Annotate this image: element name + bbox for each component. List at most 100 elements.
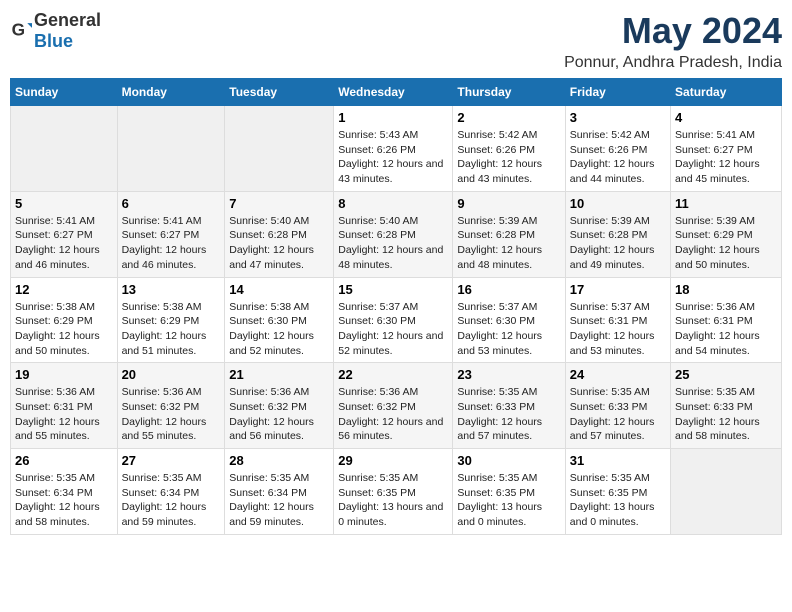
day-number: 19 <box>15 367 113 382</box>
calendar-cell: 27Sunrise: 5:35 AMSunset: 6:34 PMDayligh… <box>117 449 225 535</box>
day-detail: Sunrise: 5:38 AMSunset: 6:29 PMDaylight:… <box>15 300 113 359</box>
calendar-cell: 31Sunrise: 5:35 AMSunset: 6:35 PMDayligh… <box>565 449 670 535</box>
calendar-cell: 30 Sunrise: 5:35 AMSunset: 6:35 PMDayligh… <box>453 449 565 535</box>
calendar-cell: 8Sunrise: 5:40 AMSunset: 6:28 PMDaylight… <box>334 191 453 277</box>
calendar-cell: 29Sunrise: 5:35 AMSunset: 6:35 PMDayligh… <box>334 449 453 535</box>
calendar-cell <box>225 106 334 192</box>
day-number: 7 <box>229 196 329 211</box>
calendar-cell: 14 Sunrise: 5:38 AMSunset: 6:30 PMDayligh… <box>225 277 334 363</box>
day-number: 5 <box>15 196 113 211</box>
day-number: 1 <box>338 110 448 125</box>
page-header: G General Blue May 2024 Ponnur, Andhra P… <box>10 10 782 72</box>
day-number: 16 <box>457 282 560 297</box>
day-number: 10 <box>570 196 666 211</box>
day-number: 3 <box>570 110 666 125</box>
calendar-cell: 21 Sunrise: 5:36 AMSunset: 6:32 PMDayligh… <box>225 363 334 449</box>
day-detail: Sunrise: 5:37 AMSunset: 6:30 PMDaylight:… <box>457 300 560 359</box>
day-detail: Sunrise: 5:35 AMSunset: 6:33 PMDaylight:… <box>675 385 777 444</box>
day-number: 18 <box>675 282 777 297</box>
title-area: May 2024 Ponnur, Andhra Pradesh, India <box>564 10 782 72</box>
calendar-cell: 13Sunrise: 5:38 AMSunset: 6:29 PMDayligh… <box>117 277 225 363</box>
calendar-cell: 26 Sunrise: 5:35 AMSunset: 6:34 PMDayligh… <box>11 449 118 535</box>
calendar-week-row: 19 Sunrise: 5:36 AMSunset: 6:31 PMDayligh… <box>11 363 782 449</box>
calendar-subtitle: Ponnur, Andhra Pradesh, India <box>564 54 782 72</box>
day-number: 2 <box>457 110 560 125</box>
day-detail: Sunrise: 5:39 AMSunset: 6:28 PMDaylight:… <box>457 214 560 273</box>
calendar-cell <box>11 106 118 192</box>
calendar-cell: 9Sunrise: 5:39 AMSunset: 6:28 PMDaylight… <box>453 191 565 277</box>
day-detail: Sunrise: 5:36 AMSunset: 6:32 PMDaylight:… <box>338 385 448 444</box>
day-number: 25 <box>675 367 777 382</box>
calendar-cell: 23Sunrise: 5:35 AMSunset: 6:33 PMDayligh… <box>453 363 565 449</box>
calendar-cell: 18 Sunrise: 5:36 AMSunset: 6:31 PMDayligh… <box>671 277 782 363</box>
day-detail: Sunrise: 5:42 AMSunset: 6:26 PMDaylight:… <box>457 128 560 187</box>
calendar-cell: 17 Sunrise: 5:37 AMSunset: 6:31 PMDayligh… <box>565 277 670 363</box>
day-number: 23 <box>457 367 560 382</box>
day-number: 26 <box>15 453 113 468</box>
day-detail: Sunrise: 5:36 AMSunset: 6:31 PMDaylight:… <box>675 300 777 359</box>
day-detail: Sunrise: 5:35 AMSunset: 6:35 PMDaylight:… <box>338 471 448 530</box>
calendar-cell: 7 Sunrise: 5:40 AMSunset: 6:28 PMDaylight… <box>225 191 334 277</box>
day-detail: Sunrise: 5:39 AMSunset: 6:28 PMDaylight:… <box>570 214 666 273</box>
calendar-cell: 3 Sunrise: 5:42 AMSunset: 6:26 PMDaylight… <box>565 106 670 192</box>
calendar-cell: 6 Sunrise: 5:41 AMSunset: 6:27 PMDaylight… <box>117 191 225 277</box>
calendar-table: SundayMondayTuesdayWednesdayThursdayFrid… <box>10 78 782 535</box>
calendar-cell: 28Sunrise: 5:35 AMSunset: 6:34 PMDayligh… <box>225 449 334 535</box>
calendar-week-row: 26 Sunrise: 5:35 AMSunset: 6:34 PMDayligh… <box>11 449 782 535</box>
day-detail: Sunrise: 5:42 AMSunset: 6:26 PMDaylight:… <box>570 128 666 187</box>
day-detail: Sunrise: 5:40 AMSunset: 6:28 PMDaylight:… <box>338 214 448 273</box>
weekday-header-friday: Friday <box>565 79 670 106</box>
day-detail: Sunrise: 5:37 AMSunset: 6:31 PMDaylight:… <box>570 300 666 359</box>
day-number: 14 <box>229 282 329 297</box>
logo-blue: Blue <box>34 31 73 51</box>
day-detail: Sunrise: 5:36 AMSunset: 6:32 PMDaylight:… <box>229 385 329 444</box>
day-number: 6 <box>122 196 221 211</box>
svg-text:G: G <box>12 20 25 40</box>
weekday-header-tuesday: Tuesday <box>225 79 334 106</box>
day-detail: Sunrise: 5:37 AMSunset: 6:30 PMDaylight:… <box>338 300 448 359</box>
calendar-cell: 10 Sunrise: 5:39 AMSunset: 6:28 PMDayligh… <box>565 191 670 277</box>
weekday-header-thursday: Thursday <box>453 79 565 106</box>
day-detail: Sunrise: 5:36 AMSunset: 6:31 PMDaylight:… <box>15 385 113 444</box>
day-number: 11 <box>675 196 777 211</box>
calendar-cell: 16 Sunrise: 5:37 AMSunset: 6:30 PMDayligh… <box>453 277 565 363</box>
calendar-cell: 12 Sunrise: 5:38 AMSunset: 6:29 PMDayligh… <box>11 277 118 363</box>
weekday-header-row: SundayMondayTuesdayWednesdayThursdayFrid… <box>11 79 782 106</box>
day-number: 31 <box>570 453 666 468</box>
day-number: 12 <box>15 282 113 297</box>
day-detail: Sunrise: 5:35 AMSunset: 6:35 PMDaylight:… <box>457 471 560 530</box>
logo-general: General <box>34 10 101 30</box>
logo: G General Blue <box>10 10 101 52</box>
day-detail: Sunrise: 5:35 AMSunset: 6:34 PMDaylight:… <box>15 471 113 530</box>
day-detail: Sunrise: 5:41 AMSunset: 6:27 PMDaylight:… <box>122 214 221 273</box>
day-detail: Sunrise: 5:36 AMSunset: 6:32 PMDaylight:… <box>122 385 221 444</box>
day-number: 4 <box>675 110 777 125</box>
weekday-header-sunday: Sunday <box>11 79 118 106</box>
day-detail: Sunrise: 5:41 AMSunset: 6:27 PMDaylight:… <box>675 128 777 187</box>
calendar-cell: 24Sunrise: 5:35 AMSunset: 6:33 PMDayligh… <box>565 363 670 449</box>
calendar-cell: 4 Sunrise: 5:41 AMSunset: 6:27 PMDaylight… <box>671 106 782 192</box>
weekday-header-monday: Monday <box>117 79 225 106</box>
day-detail: Sunrise: 5:38 AMSunset: 6:30 PMDaylight:… <box>229 300 329 359</box>
calendar-cell: 25 Sunrise: 5:35 AMSunset: 6:33 PMDayligh… <box>671 363 782 449</box>
day-number: 28 <box>229 453 329 468</box>
calendar-cell: 1 Sunrise: 5:43 AMSunset: 6:26 PMDaylight… <box>334 106 453 192</box>
calendar-cell <box>671 449 782 535</box>
day-detail: Sunrise: 5:40 AMSunset: 6:28 PMDaylight:… <box>229 214 329 273</box>
day-detail: Sunrise: 5:35 AMSunset: 6:33 PMDaylight:… <box>570 385 666 444</box>
calendar-week-row: 1 Sunrise: 5:43 AMSunset: 6:26 PMDaylight… <box>11 106 782 192</box>
calendar-cell <box>117 106 225 192</box>
day-number: 20 <box>122 367 221 382</box>
day-number: 17 <box>570 282 666 297</box>
day-number: 30 <box>457 453 560 468</box>
calendar-title: May 2024 <box>564 10 782 52</box>
day-detail: Sunrise: 5:43 AMSunset: 6:26 PMDaylight:… <box>338 128 448 187</box>
day-number: 21 <box>229 367 329 382</box>
calendar-cell: 2 Sunrise: 5:42 AMSunset: 6:26 PMDaylight… <box>453 106 565 192</box>
weekday-header-wednesday: Wednesday <box>334 79 453 106</box>
calendar-cell: 22Sunrise: 5:36 AMSunset: 6:32 PMDayligh… <box>334 363 453 449</box>
calendar-week-row: 5 Sunrise: 5:41 AMSunset: 6:27 PMDaylight… <box>11 191 782 277</box>
calendar-week-row: 12 Sunrise: 5:38 AMSunset: 6:29 PMDayligh… <box>11 277 782 363</box>
day-number: 27 <box>122 453 221 468</box>
calendar-cell: 19 Sunrise: 5:36 AMSunset: 6:31 PMDayligh… <box>11 363 118 449</box>
